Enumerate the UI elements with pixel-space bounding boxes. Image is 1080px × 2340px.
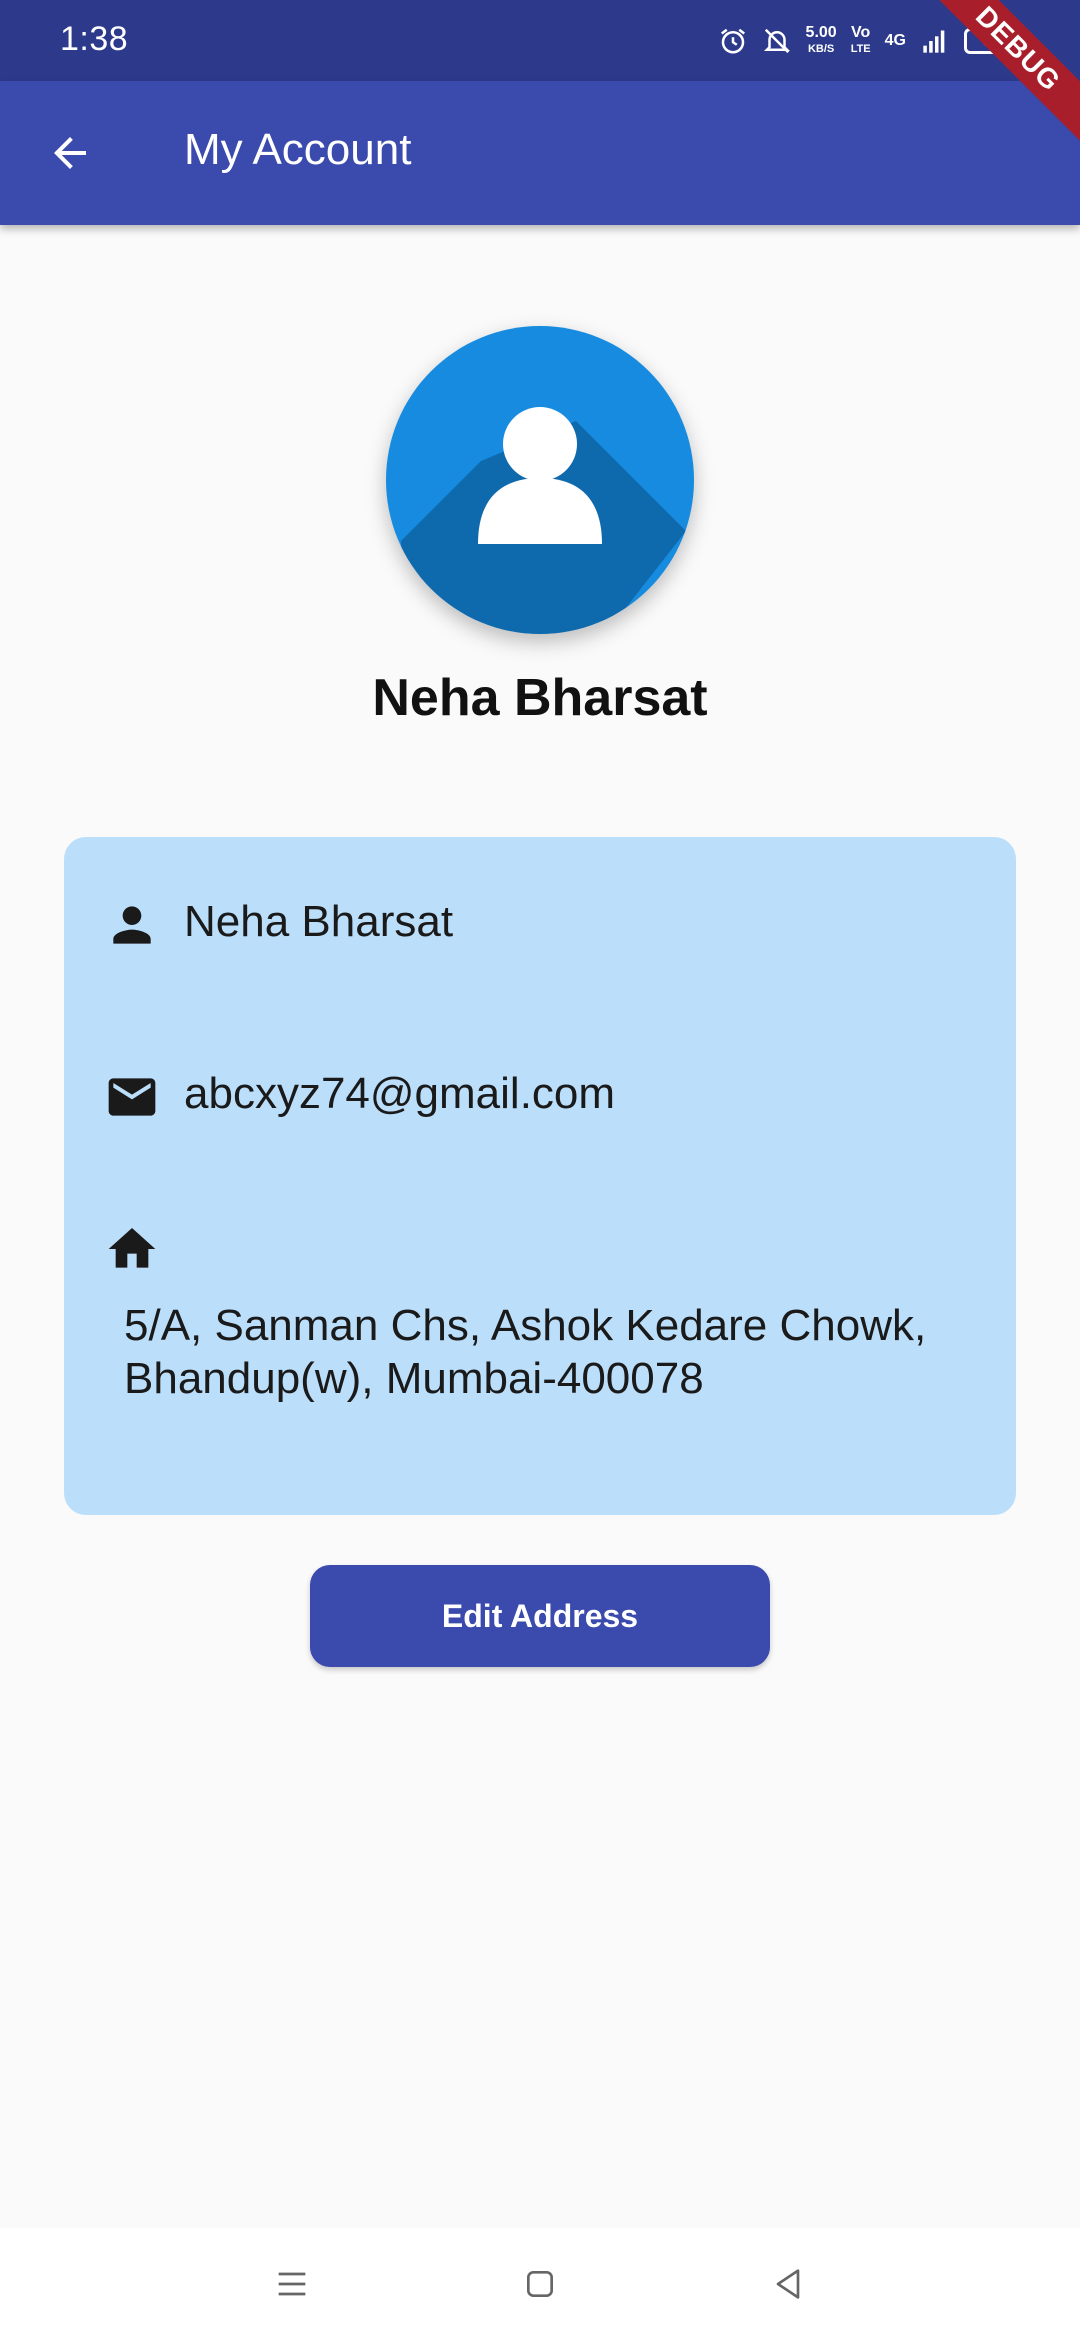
home-icon [108,1228,156,1268]
home-button[interactable] [512,2256,568,2312]
system-nav-bar [0,2228,1080,2340]
network-type: 4G [884,32,906,49]
recents-button[interactable] [264,2256,320,2312]
app-bar: My Account [0,81,1080,225]
volte-indicator: Vo LTE [850,24,871,56]
back-nav-button[interactable] [760,2256,816,2312]
info-email: abcxyz74@gmail.com [184,1069,616,1118]
status-bar: 1:38 5.00 KB/S Vo LTE 4G 85 [0,0,1080,81]
alarm-icon [720,28,745,54]
page-title: My Account [184,125,412,174]
bell-off-icon [763,28,790,54]
person-icon [113,906,151,944]
profile-name: Neha Bharsat [372,669,708,727]
arrow-back-icon [54,137,86,169]
net-speed: 5.00 KB/S [805,24,837,56]
avatar [386,326,694,634]
square-icon [527,2271,553,2297]
signal-icon [923,30,945,53]
back-button[interactable] [36,119,104,187]
triangle-back-icon [776,2269,800,2299]
status-time: 1:38 [60,20,129,58]
user-avatar-icon [401,407,686,634]
menu-icon [278,2272,306,2296]
info-address: 5/A, Sanman Chs, Ashok Kedare Chowk, Bha… [124,1301,927,1403]
account-info-card: Neha Bharsat abcxyz74@gmail.com 5/A, San… [64,837,1016,1515]
edit-address-button[interactable]: Edit Address [310,1565,770,1667]
mail-icon [108,1078,156,1116]
info-name: Neha Bharsat [184,897,454,946]
